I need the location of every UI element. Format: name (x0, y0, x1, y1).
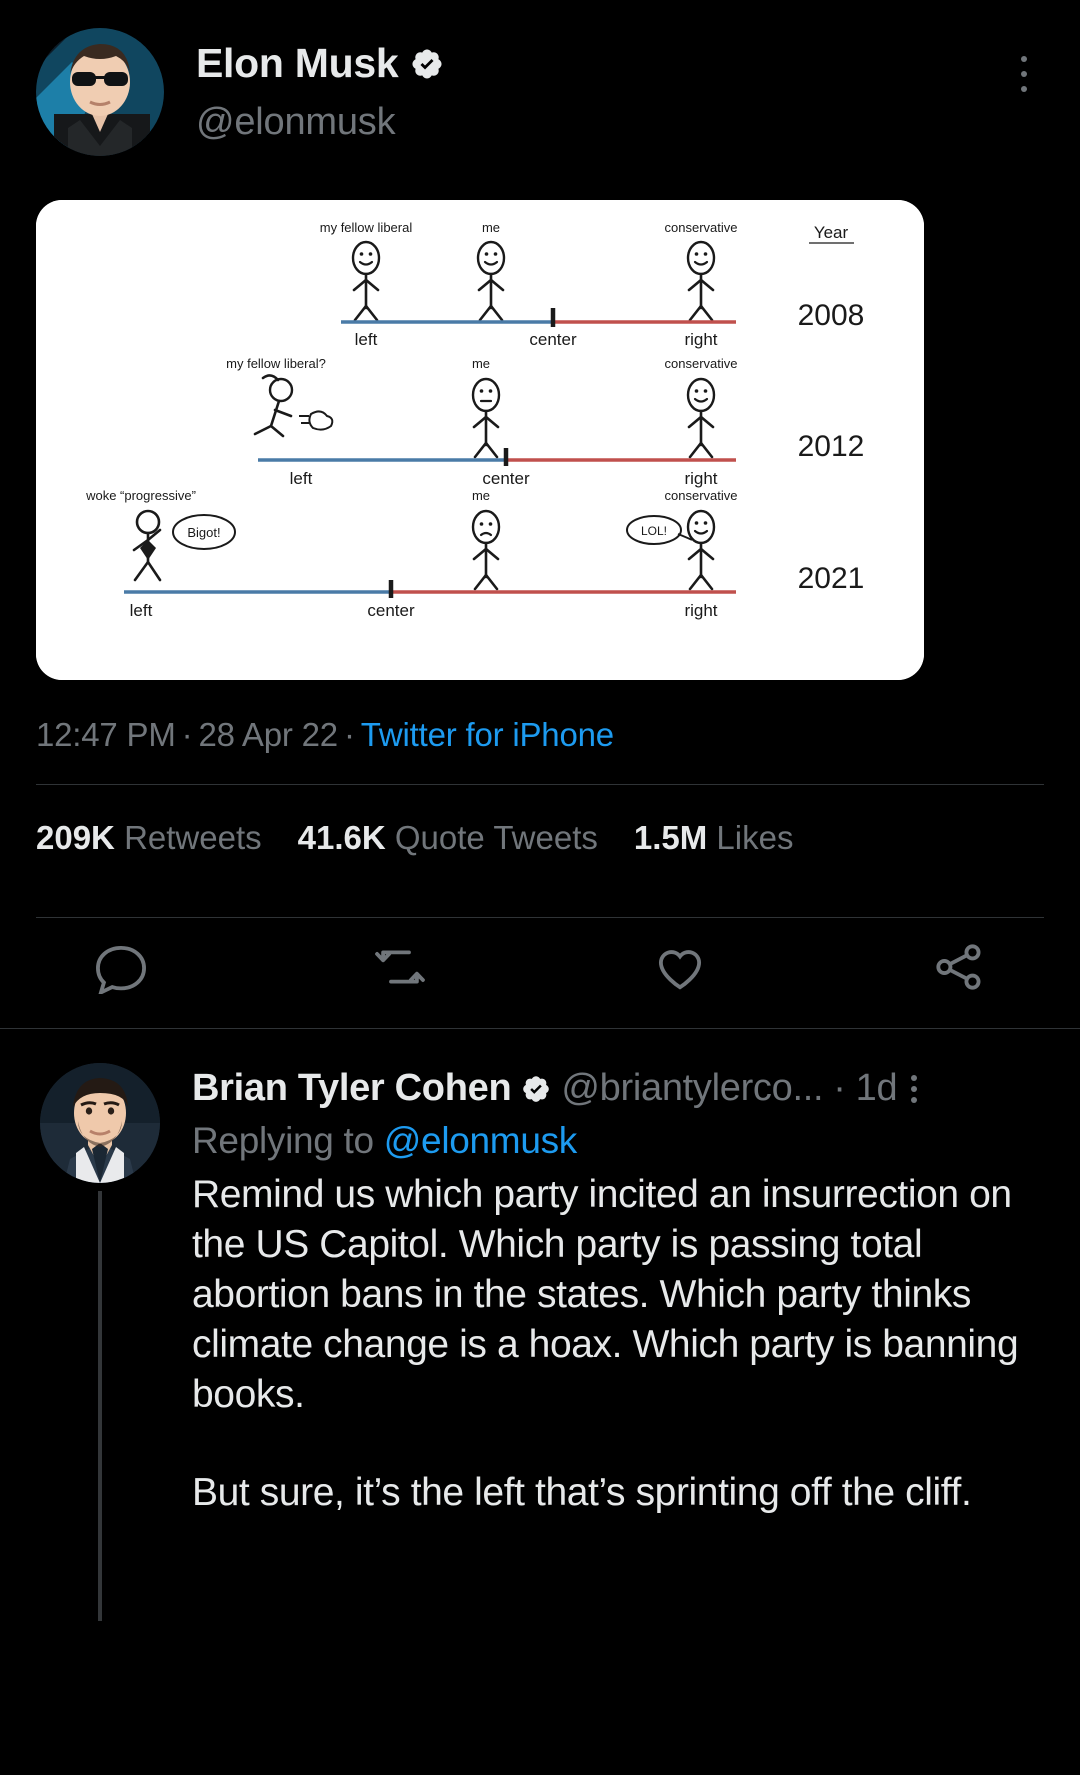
svg-text:me: me (482, 220, 500, 235)
reply-avatar-image (40, 1063, 160, 1183)
tweet-media-image[interactable]: Year my fellow liberal me conservative l… (36, 200, 924, 680)
svg-text:me: me (472, 356, 490, 371)
retweet-icon[interactable] (373, 940, 427, 994)
reply-more-options-icon[interactable] (911, 1074, 918, 1103)
quote-tweets-count: 41.6K (297, 819, 386, 856)
reply-tweet: Brian Tyler Cohen @briantylerco... · 1d … (0, 1029, 1080, 1621)
svg-text:me: me (472, 488, 490, 503)
tweet-date: 28 Apr 22 (198, 716, 338, 753)
svg-text:2021: 2021 (798, 562, 865, 595)
reply-text: Remind us which party incited an insurre… (192, 1170, 1044, 1517)
thread-connector-line (98, 1191, 102, 1621)
tweet-stats: 209K Retweets 41.6K Quote Tweets 1.5M Li… (36, 785, 1044, 887)
likes-stat[interactable]: 1.5M Likes (634, 819, 794, 857)
handle[interactable]: @elonmusk (196, 101, 1004, 144)
reply-icon[interactable] (94, 940, 148, 994)
quote-tweets-label: Quote Tweets (394, 819, 598, 856)
svg-text:LOL!: LOL! (641, 524, 667, 538)
svg-text:2008: 2008 (798, 299, 865, 332)
verified-badge-icon (412, 48, 442, 79)
reply-header: Brian Tyler Cohen @briantylerco... · 1d (192, 1067, 1044, 1110)
replying-to-prefix: Replying to (192, 1120, 384, 1161)
tweet-header: Elon Musk @elonmusk (36, 28, 1044, 156)
display-name: Elon Musk (196, 40, 399, 86)
reply-paragraph-1: Remind us which party incited an insurre… (192, 1173, 1019, 1416)
more-options-icon[interactable] (1004, 50, 1044, 98)
like-icon[interactable] (653, 940, 707, 994)
likes-label: Likes (716, 819, 794, 856)
reply-paragraph-2: But sure, it’s the left that’s sprinting… (192, 1470, 972, 1514)
svg-text:conservative: conservative (665, 488, 738, 503)
reply-separator: · (833, 1067, 846, 1109)
svg-text:right: right (684, 469, 717, 488)
meta-dot-1: · (181, 716, 193, 753)
svg-text:left: left (130, 601, 153, 620)
reply-avatar-column (36, 1063, 164, 1621)
svg-text:Bigot!: Bigot! (187, 525, 220, 540)
tweet-action-bar (36, 918, 1044, 1028)
retweets-count: 209K (36, 819, 115, 856)
avatar[interactable] (36, 28, 164, 156)
main-tweet: Elon Musk @elonmusk Year my fellow liber… (0, 0, 1080, 1029)
svg-text:right: right (684, 601, 717, 620)
tweet-time: 12:47 PM (36, 716, 176, 753)
share-icon[interactable] (932, 940, 986, 994)
reply-timestamp: 1d (855, 1067, 898, 1109)
svg-text:center: center (367, 601, 415, 620)
avatar-image (36, 28, 164, 156)
bigot-speech-bubble: Bigot! (172, 514, 236, 550)
svg-text:center: center (482, 469, 530, 488)
svg-text:woke “progressive”: woke “progressive” (85, 488, 196, 503)
svg-text:right: right (684, 330, 717, 349)
svg-text:Year: Year (814, 223, 849, 242)
meme-svg: Year my fellow liberal me conservative l… (36, 200, 924, 680)
replying-to-mention[interactable]: @elonmusk (384, 1120, 578, 1161)
svg-text:my fellow liberal?: my fellow liberal? (226, 356, 326, 371)
reply-body: Brian Tyler Cohen @briantylerco... · 1d … (192, 1063, 1044, 1621)
reply-verified-badge-icon (523, 1075, 550, 1102)
political-spectrum-meme: Year my fellow liberal me conservative l… (36, 200, 924, 680)
name-block: Elon Musk @elonmusk (196, 28, 1004, 144)
svg-text:left: left (355, 330, 378, 349)
reply-avatar[interactable] (40, 1063, 160, 1183)
svg-text:my fellow liberal: my fellow liberal (320, 220, 413, 235)
svg-text:left: left (290, 469, 313, 488)
svg-text:conservative: conservative (665, 356, 738, 371)
svg-text:2012: 2012 (798, 430, 865, 463)
meme-year-column-header: Year (809, 223, 854, 244)
likes-count: 1.5M (633, 819, 708, 856)
retweets-label: Retweets (124, 819, 262, 856)
reply-display-name[interactable]: Brian Tyler Cohen (192, 1067, 512, 1110)
reply-handle[interactable]: @briantylerco... (561, 1067, 823, 1110)
replying-to-line: Replying to @elonmusk (192, 1120, 1044, 1162)
tweet-meta: 12:47 PM · 28 Apr 22 · Twitter for iPhone (36, 716, 1044, 754)
meta-dot-2: · (343, 716, 355, 753)
svg-text:center: center (529, 330, 577, 349)
tweet-source-link[interactable]: Twitter for iPhone (361, 716, 614, 753)
svg-text:conservative: conservative (665, 220, 738, 235)
quote-tweets-stat[interactable]: 41.6K Quote Tweets (298, 819, 598, 857)
retweets-stat[interactable]: 209K Retweets (36, 819, 262, 857)
display-name-row: Elon Musk (196, 40, 1004, 87)
